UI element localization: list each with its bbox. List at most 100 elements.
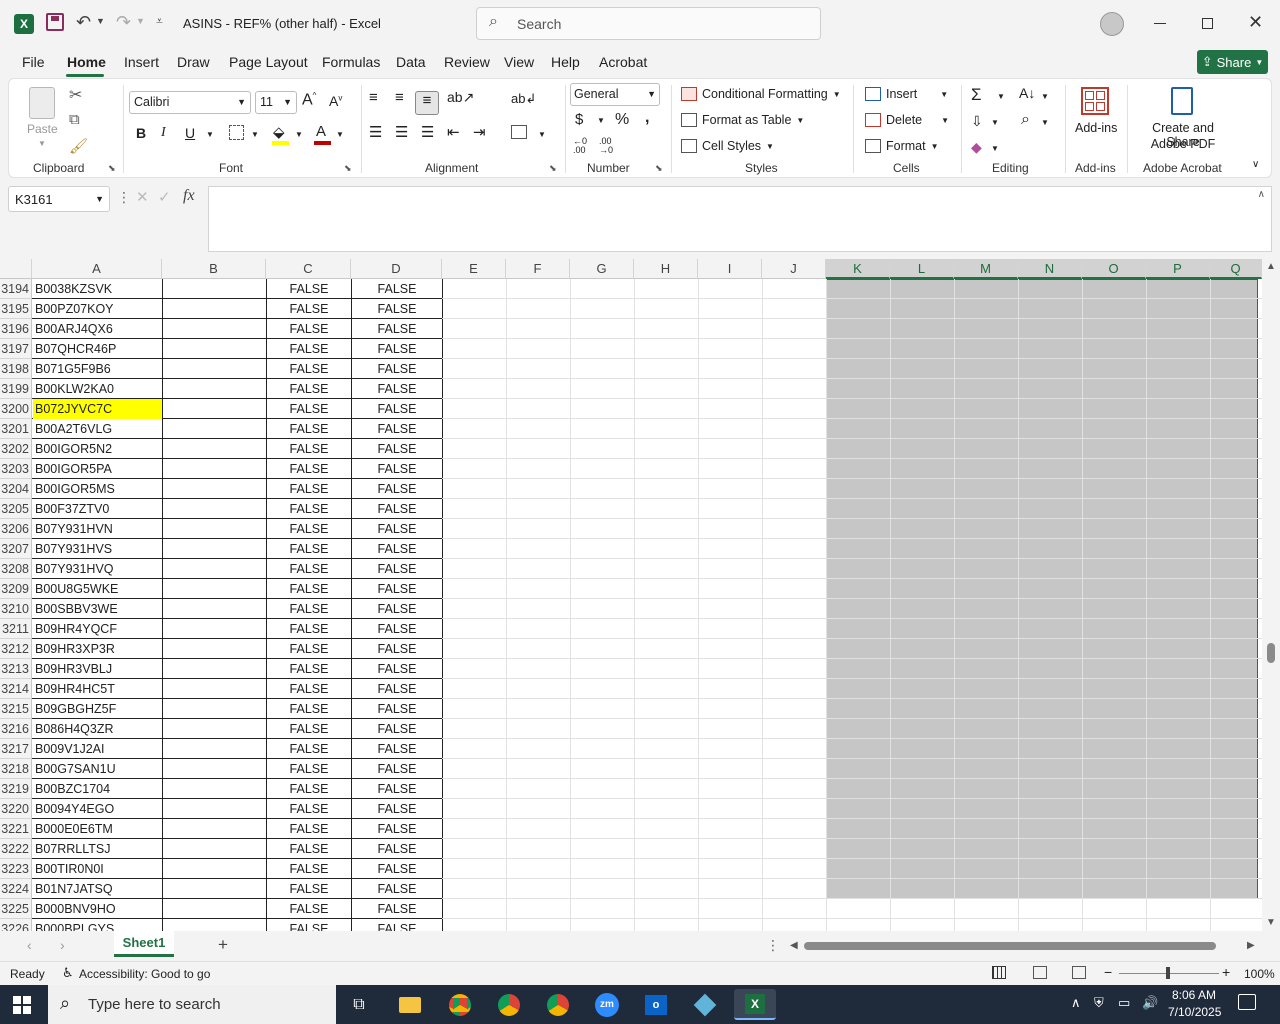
cell-boolean[interactable]: FALSE — [267, 859, 351, 879]
page-layout-view-icon[interactable] — [1033, 966, 1047, 979]
excel-taskbar-icon[interactable]: X — [734, 989, 776, 1020]
cell-boolean[interactable]: FALSE — [352, 299, 442, 319]
cell-asin[interactable]: B00BZC1704 — [33, 779, 162, 799]
zoom-slider-thumb[interactable] — [1166, 967, 1170, 979]
redo-icon[interactable]: ↷ — [116, 12, 131, 33]
cell-asin[interactable]: B09GBGHZ5F — [33, 699, 162, 719]
cell-asin[interactable]: B09HR3XP3R — [33, 639, 162, 659]
font-name-select[interactable]: Calibri ▼ — [129, 91, 251, 114]
row-header[interactable]: 3213 — [0, 659, 32, 679]
more-options-icon[interactable]: ⋮ — [117, 189, 131, 206]
clear-icon[interactable]: ◆ — [971, 139, 982, 156]
minimize-icon[interactable] — [1154, 23, 1166, 24]
app-diamond-icon[interactable] — [688, 989, 722, 1020]
confirm-formula-icon[interactable]: ✓ — [158, 188, 171, 206]
cell-boolean[interactable]: FALSE — [267, 759, 351, 779]
insert-cells-button[interactable]: Insert ▼ — [865, 87, 948, 101]
font-color-dropdown-icon[interactable]: ▼ — [336, 130, 344, 139]
delete-cells-button[interactable]: Delete ▼ — [865, 113, 949, 127]
cell-boolean[interactable]: FALSE — [352, 699, 442, 719]
currency-icon[interactable]: $ — [575, 111, 583, 128]
task-view-icon[interactable]: ⧉ — [342, 989, 376, 1020]
row-header[interactable]: 3220 — [0, 799, 32, 819]
align-right-icon[interactable]: ☰ — [421, 123, 434, 141]
cell-boolean[interactable]: FALSE — [352, 439, 442, 459]
outlook-icon[interactable]: o — [639, 989, 673, 1020]
sort-filter-dropdown-icon[interactable]: ▼ — [1041, 92, 1049, 101]
font-color-icon[interactable]: A — [316, 123, 326, 140]
taskbar-search-box[interactable]: ⌕ Type here to search — [48, 985, 336, 1024]
adobe-pdf-label[interactable]: Adobe PDF — [1137, 137, 1229, 151]
row-header[interactable]: 3206 — [0, 519, 32, 539]
column-header[interactable]: K — [826, 259, 890, 279]
cell-boolean[interactable]: FALSE — [267, 379, 351, 399]
font-size-select[interactable]: 11 ▼ — [255, 91, 297, 114]
number-format-select[interactable]: General ▼ — [570, 83, 660, 106]
notifications-icon[interactable] — [1238, 994, 1256, 1010]
cell-asin[interactable]: B09HR4HC5T — [33, 679, 162, 699]
cell-boolean[interactable]: FALSE — [267, 779, 351, 799]
cell-asin[interactable]: B00IGOR5PA — [33, 459, 162, 479]
cell-boolean[interactable]: FALSE — [267, 579, 351, 599]
tab-data[interactable]: Data — [396, 54, 426, 70]
cell-asin[interactable]: B00IGOR5N2 — [33, 439, 162, 459]
column-header[interactable]: M — [954, 259, 1018, 279]
find-select-icon[interactable]: ⌕ — [1021, 111, 1030, 129]
cell-asin[interactable]: B09HR4YQCF — [33, 619, 162, 639]
row-header[interactable]: 3194 — [0, 279, 32, 299]
tab-home[interactable]: Home — [67, 54, 106, 70]
cell-boolean[interactable]: FALSE — [267, 839, 351, 859]
row-header[interactable]: 3218 — [0, 759, 32, 779]
cell-boolean[interactable]: FALSE — [352, 779, 442, 799]
row-header[interactable]: 3197 — [0, 339, 32, 359]
cell-asin[interactable]: B00PZ07KOY — [33, 299, 162, 319]
cell-boolean[interactable]: FALSE — [352, 499, 442, 519]
cell-asin[interactable]: B009V1J2AI — [33, 739, 162, 759]
collapse-formula-icon[interactable]: ∧ — [1258, 189, 1265, 200]
cell-asin[interactable]: B07Y931HVN — [33, 519, 162, 539]
cell-asin[interactable]: B00F37ZTV0 — [33, 499, 162, 519]
cell-boolean[interactable]: FALSE — [267, 539, 351, 559]
cell-boolean[interactable]: FALSE — [267, 419, 351, 439]
worksheet-grid[interactable]: 3194 B0038KZSVK FALSE FALSE 3195 B00PZ07KOY FA… — [0, 259, 1262, 931]
cell-boolean[interactable]: FALSE — [267, 659, 351, 679]
cell-asin[interactable]: B0038KZSVK — [33, 279, 162, 299]
horizontal-scrollbar[interactable] — [804, 942, 1216, 950]
cell-asin[interactable]: B071G5F9B6 — [33, 359, 162, 379]
cell-asin[interactable]: B00SBBV3WE — [33, 599, 162, 619]
sort-filter-icon[interactable]: A↓ — [1019, 85, 1035, 101]
zoom-app-icon[interactable]: zm — [590, 989, 624, 1020]
customize-toolbar-icon[interactable]: ⩡ — [156, 14, 163, 29]
chrome-profile2-icon[interactable] — [541, 989, 575, 1020]
fill-icon[interactable]: ⇩ — [971, 113, 983, 130]
undo-dropdown-icon[interactable]: ▼ — [96, 16, 105, 26]
cell-asin[interactable]: B00ARJ4QX6 — [33, 319, 162, 339]
cell-boolean[interactable]: FALSE — [267, 499, 351, 519]
autosum-dropdown-icon[interactable]: ▼ — [997, 92, 1005, 101]
normal-view-icon[interactable] — [992, 966, 1006, 979]
align-left-icon[interactable]: ☰ — [369, 123, 382, 141]
more-sheets-icon[interactable]: ⋮ — [766, 937, 780, 954]
cell-asin[interactable]: B09HR3VBLJ — [33, 659, 162, 679]
wrap-text-icon[interactable]: ab↲ — [511, 91, 536, 107]
increase-indent-icon[interactable]: ⇥ — [473, 123, 486, 141]
cell-boolean[interactable]: FALSE — [352, 559, 442, 579]
cell-boolean[interactable]: FALSE — [352, 719, 442, 739]
cell-boolean[interactable]: FALSE — [352, 279, 442, 299]
cell-boolean[interactable]: FALSE — [352, 659, 442, 679]
align-top-icon[interactable]: ≡ — [369, 89, 378, 106]
paste-dropdown-icon[interactable]: ▼ — [38, 139, 46, 148]
increase-font-icon[interactable]: A^ — [302, 91, 316, 109]
column-header[interactable]: L — [890, 259, 954, 279]
format-cells-button[interactable]: Format ▼ — [865, 139, 939, 153]
search-box[interactable]: ⌕ Search — [476, 7, 821, 40]
borders-dropdown-icon[interactable]: ▼ — [251, 130, 259, 139]
network-icon[interactable]: ▭ — [1118, 995, 1130, 1011]
tab-draw[interactable]: Draw — [177, 54, 210, 70]
chrome-icon[interactable] — [443, 989, 477, 1020]
cell-asin[interactable]: B07QHCR46P — [33, 339, 162, 359]
volume-icon[interactable]: 🔊 — [1142, 995, 1158, 1011]
cell-asin[interactable]: B01N7JATSQ — [33, 879, 162, 899]
clock-time[interactable]: 8:06 AM — [1172, 988, 1216, 1002]
cell-boolean[interactable]: FALSE — [267, 679, 351, 699]
